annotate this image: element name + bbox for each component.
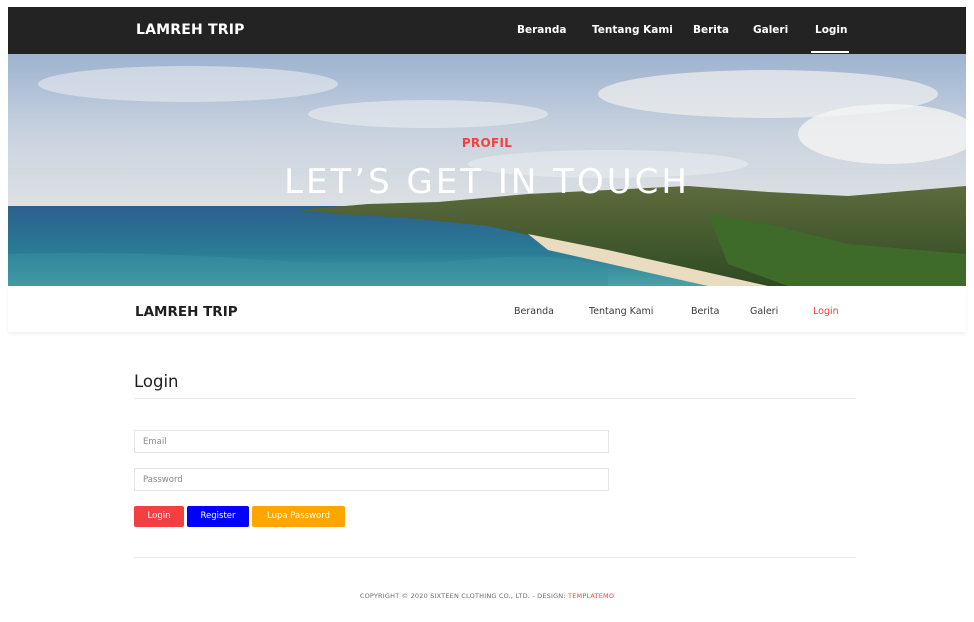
login-heading: Login (134, 372, 179, 391)
heading-divider (134, 398, 856, 399)
password-input[interactable] (134, 468, 609, 491)
email-input[interactable] (134, 430, 609, 453)
footer-divider (134, 557, 856, 558)
register-button[interactable]: Register (187, 506, 249, 527)
top-navbar: LAMREH TRIP Beranda Tentang Kami Berita … (8, 7, 966, 54)
templatemo-link[interactable]: TEMPLATEMO (568, 592, 614, 600)
footer: COPYRIGHT © 2020 SIXTEEN CLOTHING CO., L… (0, 592, 974, 600)
login-button[interactable]: Login (134, 506, 184, 527)
nav-item-tentang-kami[interactable]: Tentang Kami (592, 24, 673, 36)
nav-item-berita[interactable]: Berita (693, 24, 729, 36)
nav-item-galeri[interactable]: Galeri (750, 306, 778, 317)
forgot-password-button[interactable]: Lupa Password (252, 506, 345, 527)
brand-logo[interactable]: LAMREH TRIP (135, 304, 238, 320)
nav-item-login[interactable]: Login (815, 24, 848, 36)
nav-active-indicator (811, 51, 849, 53)
nav-item-beranda[interactable]: Beranda (517, 24, 566, 36)
nav-item-beranda[interactable]: Beranda (514, 306, 554, 317)
main-navbar: LAMREH TRIP Beranda Tentang Kami Berita … (8, 286, 966, 332)
nav-item-tentang-kami[interactable]: Tentang Kami (589, 306, 653, 317)
hero-kicker: PROFIL (461, 136, 513, 150)
nav-item-login[interactable]: Login (813, 306, 839, 317)
nav-item-berita[interactable]: Berita (691, 306, 719, 317)
copyright-text: COPYRIGHT © 2020 SIXTEEN CLOTHING CO., L… (359, 592, 566, 600)
hero-banner: PROFIL LET’S GET IN TOUCH (8, 54, 966, 286)
page: LAMREH TRIP Beranda Tentang Kami Berita … (0, 0, 974, 622)
nav-item-galeri[interactable]: Galeri (753, 24, 788, 36)
brand-logo[interactable]: LAMREH TRIP (136, 22, 245, 38)
hero-headline: LET’S GET IN TOUCH (284, 162, 690, 202)
